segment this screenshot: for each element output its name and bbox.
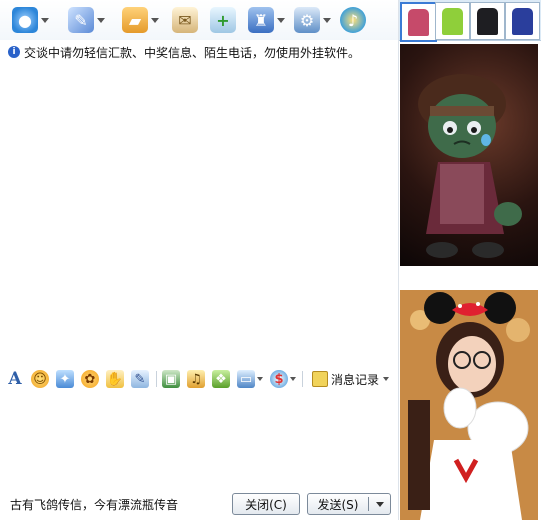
security-notice-text: 交谈中请勿轻信汇款、中奖信息、陌生电话，勿使用外挂软件。: [24, 45, 361, 60]
send-button[interactable]: 发送(S): [308, 496, 368, 513]
message-history-area[interactable]: [0, 62, 398, 367]
toolbar-divider: [302, 371, 303, 387]
remote-assist-icon: ♜: [248, 7, 274, 33]
settings-icon: ⚙: [294, 7, 320, 33]
payment-icon[interactable]: $: [270, 370, 288, 388]
screenshot-icon[interactable]: ▭: [237, 370, 255, 388]
message-history-label: 消息记录: [331, 372, 380, 387]
close-button[interactable]: 关闭(C): [232, 493, 300, 515]
webcam-button[interactable]: ●: [12, 6, 49, 34]
cartoon-character-image: [418, 74, 522, 258]
contact-avatar-show[interactable]: [400, 44, 538, 266]
send-options-button[interactable]: [369, 501, 390, 507]
tip-text: 古有飞鸽传信，今有漂流瓶传音: [10, 498, 179, 512]
music-icon: ♪: [340, 7, 366, 33]
settings-button[interactable]: ⚙: [294, 6, 331, 34]
magic-emoji-icon[interactable]: ✿: [81, 370, 99, 388]
security-notice: i 交谈中请勿轻信汇款、中奖信息、陌生电话，勿使用外挂软件。: [8, 44, 398, 60]
chevron-down-icon[interactable]: [323, 17, 331, 23]
chevron-down-icon[interactable]: [290, 377, 296, 381]
shop-item[interactable]: [505, 2, 540, 40]
emoji-icon[interactable]: ☺: [31, 370, 49, 388]
shop-item[interactable]: [400, 2, 437, 42]
music-button[interactable]: ♪: [340, 6, 366, 34]
bottom-bar: 古有飞鸽传信，今有漂流瓶传音 关闭(C) 发送(S): [0, 486, 398, 520]
gift-icon[interactable]: ❖: [212, 370, 230, 388]
chevron-down-icon[interactable]: [257, 377, 263, 381]
chevron-down-icon[interactable]: [277, 17, 285, 23]
chat-toolbar: ● ✎ ▰ ✉ + ♜ ⚙ ♪: [0, 0, 398, 40]
format-toolbar: A ☺ ✦ ✿ ✋ ✎ ▣ ♫ ❖ ▭ $ 消息记录: [6, 368, 398, 390]
remote-assist-button[interactable]: ♜: [248, 6, 285, 34]
voice-button[interactable]: ✎: [68, 6, 105, 34]
webcam-icon: ●: [12, 7, 38, 33]
chevron-down-icon[interactable]: [151, 17, 159, 23]
history-icon: [312, 371, 328, 387]
info-icon: i: [8, 46, 20, 58]
chevron-down-icon: [375, 501, 384, 507]
side-panel: [398, 0, 541, 520]
font-icon[interactable]: A: [6, 369, 24, 389]
mail-button[interactable]: ✉: [172, 6, 198, 34]
jacket-icon: [442, 8, 463, 35]
chevron-down-icon[interactable]: [41, 17, 49, 23]
shake-icon[interactable]: ✋: [106, 370, 124, 388]
message-history-button[interactable]: 消息记录: [312, 371, 390, 388]
jacket-icon: [408, 9, 429, 36]
add-app-icon: +: [210, 7, 236, 33]
chevron-down-icon: [383, 377, 390, 381]
add-app-button[interactable]: +: [210, 6, 236, 34]
folder-transfer-icon: ▰: [122, 7, 148, 33]
doodle-icon[interactable]: ✎: [131, 370, 149, 388]
send-button-group: 发送(S): [307, 493, 391, 515]
avatar-photo-image: [400, 290, 538, 520]
mail-icon: ✉: [172, 7, 198, 33]
toolbar-divider: [156, 371, 157, 387]
my-avatar-show[interactable]: [400, 290, 538, 520]
shop-item[interactable]: [470, 2, 505, 40]
jacket-icon: [477, 8, 498, 35]
avatar-shop-bar: [399, 0, 541, 42]
file-transfer-button[interactable]: ▰: [122, 6, 159, 34]
microphone-icon: ✎: [68, 7, 94, 33]
image-icon[interactable]: ▣: [162, 370, 180, 388]
message-input[interactable]: [0, 392, 398, 484]
shop-item[interactable]: [435, 2, 470, 40]
music-note-icon[interactable]: ♫: [187, 370, 205, 388]
jacket-icon: [512, 8, 533, 35]
chevron-down-icon[interactable]: [97, 17, 105, 23]
gif-emoji-icon[interactable]: ✦: [56, 370, 74, 388]
